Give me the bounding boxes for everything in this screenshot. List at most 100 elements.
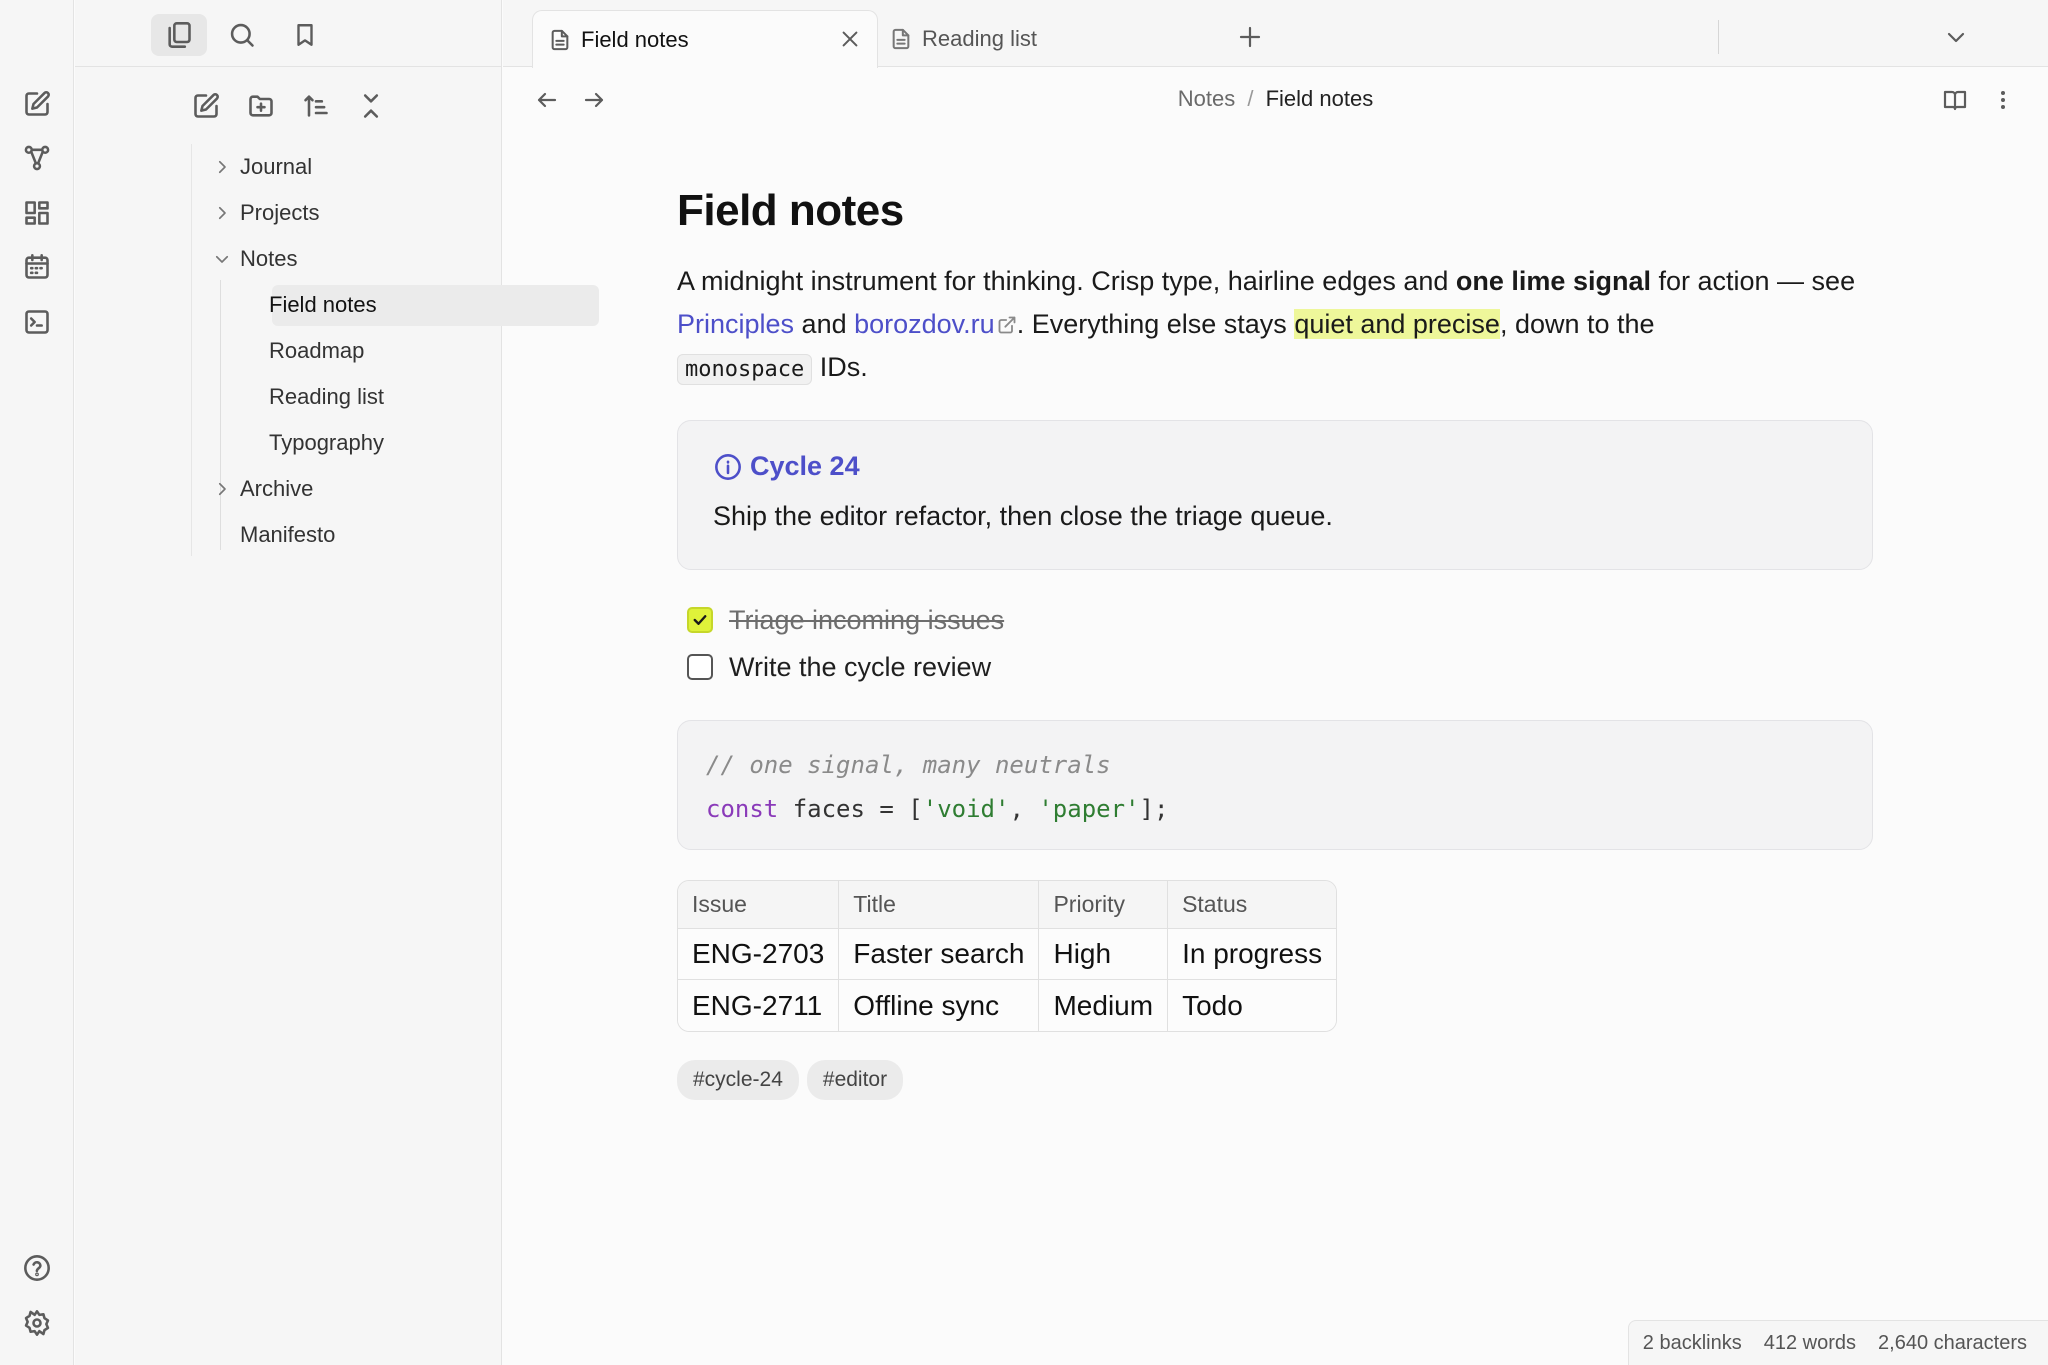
chevron-right-icon[interactable] <box>213 480 231 498</box>
task-checkbox[interactable] <box>687 654 713 680</box>
issues-table: Issue Title Priority Status ENG-2703 Fas… <box>677 880 1338 1032</box>
file-explorer-sidebar: Journal Projects Notes Field notes Roadmap Re… <box>75 0 599 1365</box>
table-cell[interactable]: Offline sync <box>839 980 1040 1031</box>
tag-pill[interactable]: #editor <box>806 1060 904 1100</box>
tree-item-label: Reading list <box>269 384 384 409</box>
document-icon <box>549 28 571 52</box>
calendar-icon[interactable] <box>19 249 55 285</box>
collapse-all-icon[interactable] <box>351 86 391 126</box>
tag-list: #cycle-24 #editor <box>677 1060 904 1100</box>
table-cell[interactable]: High <box>1039 929 1169 980</box>
view-header: Notes / Field notes <box>503 68 2048 134</box>
inline-code: monospace <box>677 354 813 385</box>
tab-bar: Field notes Reading list <box>503 0 2048 68</box>
column-header[interactable]: Title <box>839 881 1040 929</box>
tab-reading-list[interactable]: Reading list <box>874 10 1214 68</box>
intro-paragraph[interactable]: A midnight instrument for thinking. Cris… <box>677 260 1877 391</box>
tab-label: Field notes <box>581 27 689 52</box>
reading-view-book-icon[interactable] <box>1937 82 1973 118</box>
tab-separator <box>1718 20 1719 54</box>
more-options-icon[interactable] <box>1985 82 2021 118</box>
code-punct: , <box>1009 795 1039 823</box>
external-link[interactable]: borozdov.ru <box>854 309 995 339</box>
tree-item-label: Notes <box>240 246 298 271</box>
tree-file[interactable]: Typography <box>117 420 557 466</box>
file-tree: Journal Projects Notes Field notes Roadmap Re… <box>117 144 599 558</box>
task-label: Triage incoming issues <box>729 604 1005 635</box>
tree-file[interactable]: Reading list <box>117 374 557 420</box>
task-checkbox-checked[interactable] <box>687 607 713 633</box>
code-identifier: faces = [ <box>778 795 923 823</box>
settings-gear-icon[interactable] <box>19 1305 55 1341</box>
bookmark-icon[interactable] <box>277 14 333 56</box>
backlinks-count[interactable]: 2 backlinks <box>1643 1332 1742 1355</box>
code-block[interactable]: // one signal, many neutrals const faces… <box>677 720 1873 850</box>
code-punct: ]; <box>1139 795 1169 823</box>
callout-box[interactable]: Cycle 24 Ship the editor refactor, then … <box>677 420 1873 570</box>
note-title[interactable]: Field notes <box>677 186 904 236</box>
tab-list-chevron-down-icon[interactable] <box>1939 20 1973 54</box>
sort-order-icon[interactable] <box>296 86 336 126</box>
search-icon[interactable] <box>214 14 270 56</box>
tree-item-label: Roadmap <box>269 338 365 363</box>
files-tab-icon[interactable] <box>151 14 207 56</box>
column-header[interactable]: Status <box>1168 881 1337 929</box>
tree-item-label: Manifesto <box>240 522 336 547</box>
new-note-icon[interactable] <box>19 86 55 122</box>
table-cell[interactable]: Medium <box>1039 980 1169 1031</box>
new-note-button-icon[interactable] <box>186 86 226 126</box>
tree-folder[interactable]: Projects <box>117 190 557 236</box>
tree-item-label: Typography <box>269 430 384 455</box>
paragraph-text: and <box>794 309 855 339</box>
chevron-right-icon[interactable] <box>213 158 231 176</box>
column-header[interactable]: Issue <box>678 881 840 929</box>
tab-field-notes[interactable]: Field notes <box>532 10 878 68</box>
table-cell[interactable]: ENG-2711 <box>678 980 840 1031</box>
canvas-icon[interactable] <box>19 195 55 231</box>
paragraph-text: IDs. <box>812 352 868 382</box>
table-cell[interactable]: Todo <box>1168 980 1337 1031</box>
tree-file[interactable]: Manifesto <box>117 512 557 558</box>
tree-folder[interactable]: Archive <box>117 466 557 512</box>
close-tab-icon[interactable] <box>839 28 861 50</box>
table-cell[interactable]: In progress <box>1168 929 1337 980</box>
graph-view-icon[interactable] <box>19 140 55 176</box>
code-line: const faces = ['void', 'paper']; <box>706 795 1168 823</box>
paragraph-text: A midnight instrument for thinking. Cris… <box>677 266 1456 296</box>
tree-folder[interactable]: Journal <box>117 144 557 190</box>
bold-text: one lime signal <box>1455 266 1651 296</box>
code-comment: // one signal, many neutrals <box>706 751 1111 779</box>
new-tab-plus-icon[interactable] <box>1233 20 1267 54</box>
terminal-icon[interactable] <box>19 304 55 340</box>
tree-folder[interactable]: Notes <box>117 236 557 282</box>
code-string: 'void' <box>922 795 1010 823</box>
external-link-icon <box>997 315 1017 335</box>
table-cell[interactable]: Faster search <box>839 929 1040 980</box>
breadcrumb: Notes / Field notes <box>503 86 2048 112</box>
document-icon <box>890 27 912 51</box>
breadcrumb-current[interactable]: Field notes <box>1266 86 1374 111</box>
table-header-row: Issue Title Priority Status <box>678 881 1337 929</box>
highlighted-text: quiet and precise <box>1294 309 1500 339</box>
column-header[interactable]: Priority <box>1039 881 1169 929</box>
tree-file[interactable]: Field notes <box>117 282 599 328</box>
paragraph-text: for action — see <box>1650 266 1856 296</box>
task-item: Triage incoming issues <box>687 602 1004 638</box>
breadcrumb-parent[interactable]: Notes <box>1178 86 1235 111</box>
task-label: Write the cycle review <box>729 651 992 682</box>
sidebar-header <box>75 0 502 67</box>
info-icon <box>714 453 742 481</box>
table-cell[interactable]: ENG-2703 <box>678 929 840 980</box>
tree-item-label: Journal <box>240 154 313 179</box>
table-row: ENG-2703 Faster search High In progress <box>678 929 1337 980</box>
chevron-right-icon[interactable] <box>213 204 231 222</box>
callout-body: Ship the editor refactor, then close the… <box>713 501 1333 531</box>
internal-link-principles[interactable]: Principles <box>677 309 794 339</box>
new-folder-icon[interactable] <box>241 86 281 126</box>
breadcrumb-separator: / <box>1247 86 1254 111</box>
callout-title: Cycle 24 <box>750 451 860 481</box>
tree-file[interactable]: Roadmap <box>117 328 557 374</box>
help-icon[interactable] <box>19 1250 55 1286</box>
tag-pill[interactable]: #cycle-24 <box>677 1060 799 1100</box>
chevron-down-icon[interactable] <box>213 250 231 268</box>
